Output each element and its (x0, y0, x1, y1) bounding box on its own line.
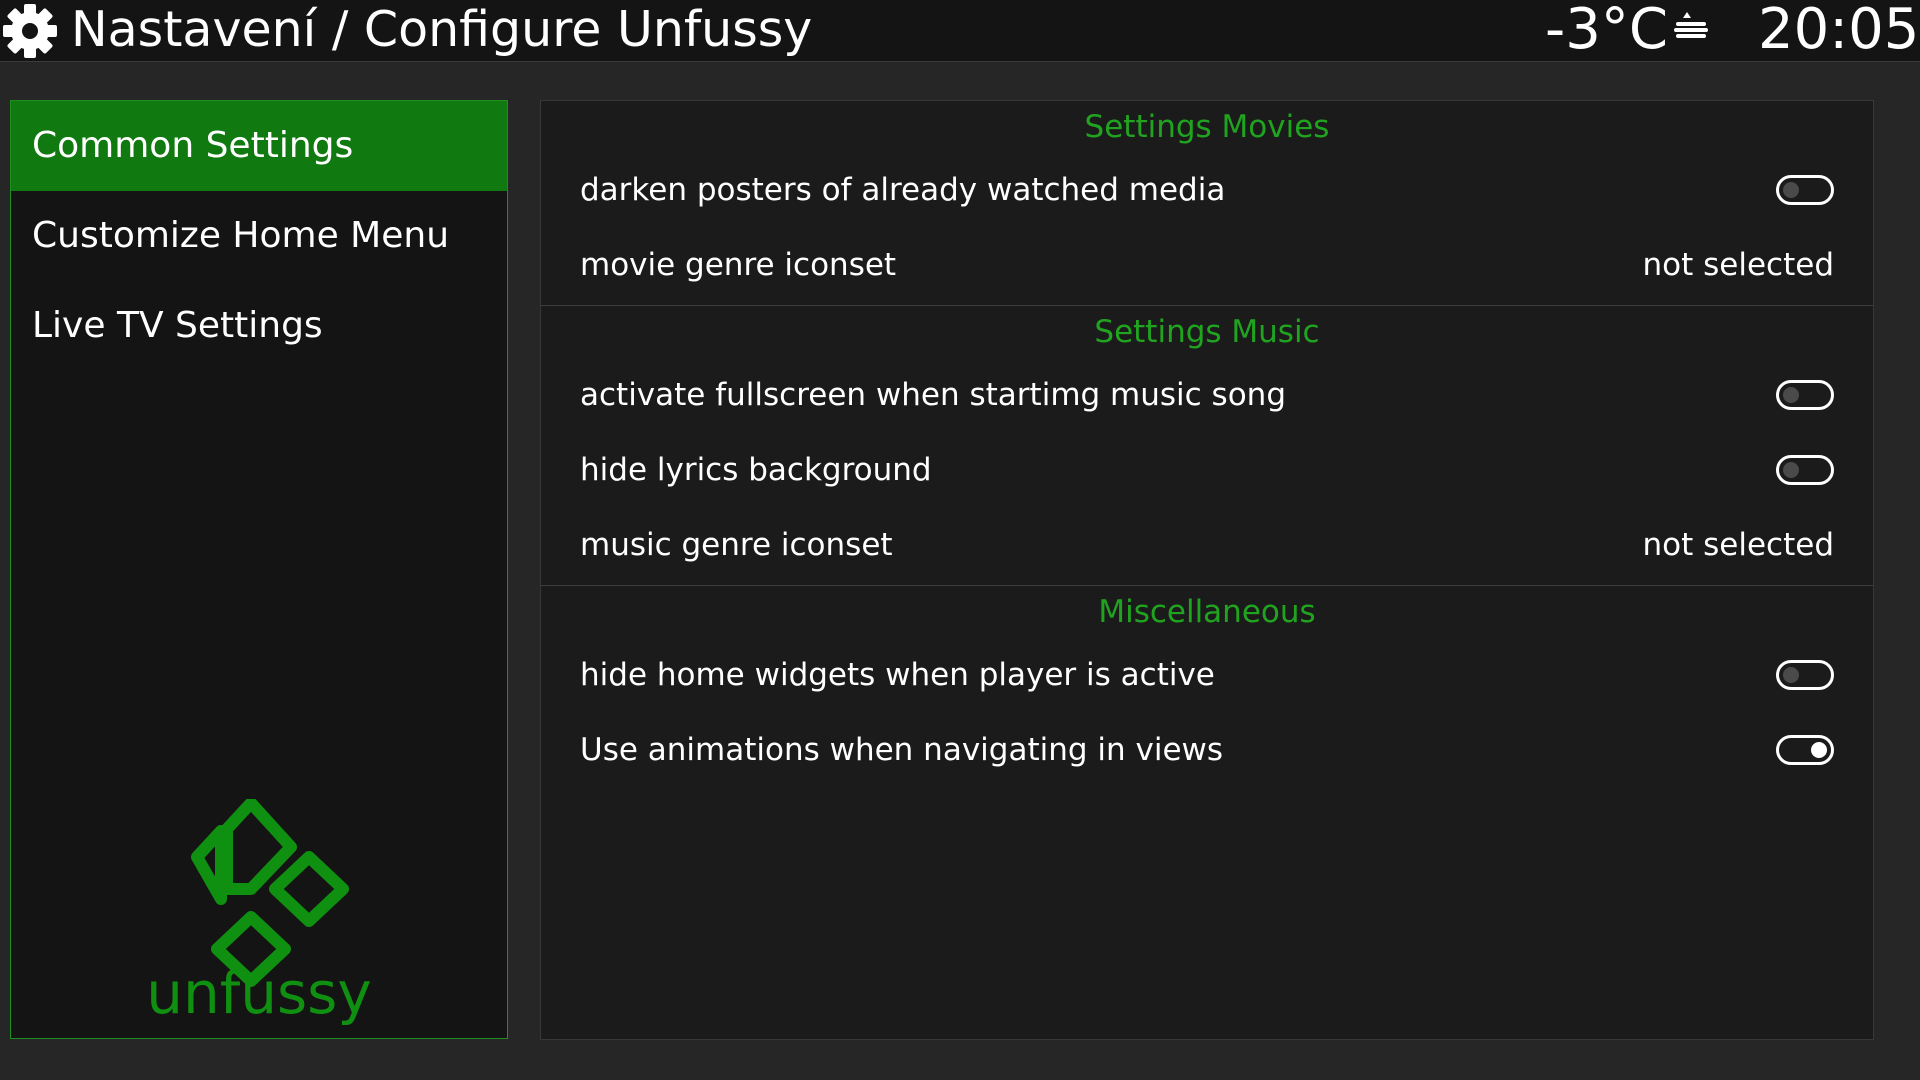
toggle-knob (1783, 667, 1799, 683)
cloudy-snow-icon (1674, 12, 1708, 38)
section-divider (541, 305, 1873, 306)
setting-hide-home-widgets[interactable]: hide home widgets when player is active (541, 640, 1873, 710)
setting-music-genre-iconset[interactable]: music genre iconset not selected (541, 510, 1873, 580)
section-divider (541, 585, 1873, 586)
sidebar-item-common-settings[interactable]: Common Settings (11, 101, 507, 191)
toggle-switch[interactable] (1776, 455, 1834, 485)
section-header-music: Settings Music (1094, 314, 1320, 350)
toggle-knob (1783, 462, 1799, 478)
setting-value: not selected (1642, 527, 1834, 563)
setting-use-animations[interactable]: Use animations when navigating in views (541, 715, 1873, 785)
sidebar-item-customize-home-menu[interactable]: Customize Home Menu (11, 191, 507, 281)
page-title: Nastavení / Configure Unfussy (71, 1, 813, 58)
setting-value: not selected (1642, 247, 1834, 283)
top-bar: Nastavení / Configure Unfussy -3°C 20:05 (0, 0, 1920, 62)
sidebar-item-live-tv-settings[interactable]: Live TV Settings (11, 281, 507, 371)
setting-hide-lyrics-background[interactable]: hide lyrics background (541, 435, 1873, 505)
temperature-readout: -3°C (1545, 0, 1668, 62)
sidebar-item-label: Live TV Settings (32, 305, 323, 346)
toggle-switch[interactable] (1776, 380, 1834, 410)
sidebar-menu: Common Settings Customize Home Menu Live… (10, 100, 508, 1039)
setting-movie-genre-iconset[interactable]: movie genre iconset not selected (541, 230, 1873, 300)
sidebar-item-label: Common Settings (32, 125, 354, 166)
toggle-knob (1783, 387, 1799, 403)
gear-icon (3, 4, 57, 58)
toggle-switch[interactable] (1776, 175, 1834, 205)
setting-label: hide lyrics background (580, 452, 932, 488)
setting-darken-watched-posters[interactable]: darken posters of already watched media (541, 155, 1873, 225)
logo-text: unfussy (146, 959, 372, 1027)
sidebar-item-label: Customize Home Menu (32, 215, 450, 256)
clock: 20:05 (1758, 0, 1920, 62)
setting-label: hide home widgets when player is active (580, 657, 1215, 693)
section-header-miscellaneous: Miscellaneous (1098, 594, 1316, 630)
setting-label: Use animations when navigating in views (580, 732, 1224, 768)
setting-label: darken posters of already watched media (580, 172, 1226, 208)
setting-label: movie genre iconset (580, 247, 897, 283)
setting-label: music genre iconset (580, 527, 893, 563)
toggle-switch[interactable] (1776, 660, 1834, 690)
setting-fullscreen-music[interactable]: activate fullscreen when startimg music … (541, 360, 1873, 430)
section-header-movies: Settings Movies (1084, 109, 1330, 145)
setting-label: activate fullscreen when startimg music … (580, 377, 1286, 413)
settings-panel: Settings Movies darken posters of alread… (540, 100, 1874, 1040)
toggle-knob (1783, 182, 1799, 198)
toggle-switch[interactable] (1776, 735, 1834, 765)
toggle-knob (1811, 742, 1827, 758)
